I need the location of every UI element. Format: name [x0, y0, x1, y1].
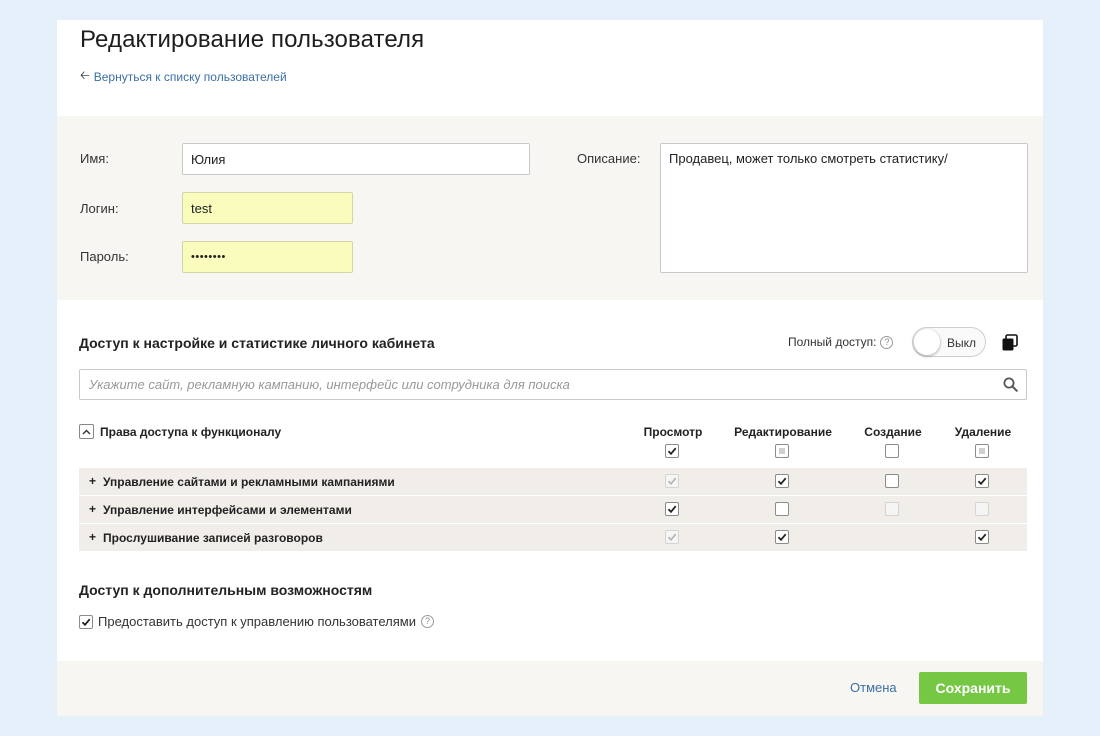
form-footer: Отмена Сохранить: [57, 661, 1043, 716]
user-mgmt-label: Предоставить доступ к управлению пользов…: [98, 614, 416, 629]
edit-all-checkbox[interactable]: [775, 444, 789, 458]
password-label: Пароль:: [80, 249, 129, 264]
collapse-icon[interactable]: [79, 424, 94, 439]
copy-icon[interactable]: [1001, 334, 1019, 352]
extra-section-title: Доступ к дополнительным возможностям: [79, 582, 373, 598]
row3-edit-checkbox[interactable]: [775, 530, 789, 544]
create-all-checkbox[interactable]: [885, 444, 899, 458]
name-label: Имя:: [80, 151, 109, 166]
name-input[interactable]: Юлия: [182, 143, 530, 175]
back-link[interactable]: 🡠 Вернуться к списку пользователей: [80, 66, 287, 87]
full-access-label: Полный доступ:: [788, 335, 877, 349]
delete-all-checkbox[interactable]: [975, 444, 989, 458]
row1-delete-checkbox[interactable]: [975, 474, 989, 488]
col-header-view: Просмотр: [643, 425, 703, 439]
row1-create-checkbox[interactable]: [885, 474, 899, 488]
login-label: Логин:: [80, 201, 119, 216]
description-textarea[interactable]: Продавец, может только смотреть статисти…: [660, 143, 1028, 273]
access-search-input[interactable]: Укажите сайт, рекламную кампанию, интерф…: [79, 369, 1027, 400]
row2-edit-checkbox[interactable]: [775, 502, 789, 516]
row-label: Управление интерфейсами и элементами: [103, 503, 352, 517]
full-access-label-group: Полный доступ: ?: [788, 335, 894, 349]
row2-view-checkbox[interactable]: [665, 502, 679, 516]
description-label: Описание:: [577, 151, 641, 166]
toggle-knob: [914, 329, 940, 355]
row3-delete-checkbox[interactable]: [975, 530, 989, 544]
view-all-checkbox[interactable]: [665, 444, 679, 458]
row2-create-checkbox: [885, 502, 899, 516]
access-section-title: Доступ к настройке и статистике личного …: [79, 335, 435, 351]
back-link-label: Вернуться к списку пользователей: [93, 69, 287, 84]
row-label: Прослушивание записей разговоров: [103, 531, 323, 545]
plus-icon[interactable]: +: [89, 530, 96, 544]
col-header-edit: Редактирование: [734, 425, 832, 439]
toggle-text: Выкл: [947, 336, 977, 350]
arrow-left-icon: 🡠: [80, 68, 90, 82]
row2-delete-checkbox: [975, 502, 989, 516]
row1-edit-checkbox[interactable]: [775, 474, 789, 488]
row1-view-checkbox: [665, 474, 679, 488]
search-icon[interactable]: [1003, 377, 1018, 392]
user-mgmt-checkbox[interactable]: [79, 614, 93, 629]
permissions-header: Права доступа к функционалу: [79, 424, 281, 439]
question-icon[interactable]: ?: [421, 615, 434, 628]
cancel-button[interactable]: Отмена: [850, 680, 897, 695]
save-button[interactable]: Сохранить: [919, 672, 1027, 704]
row-label: Управление сайтами и рекламными кампания…: [103, 475, 395, 489]
question-icon[interactable]: ?: [880, 335, 894, 349]
table-row: + Прослушивание записей разговоров: [79, 523, 1027, 551]
plus-icon[interactable]: +: [89, 502, 96, 516]
page-title: Редактирование пользователя: [80, 26, 425, 53]
col-header-delete: Удаление: [954, 425, 1012, 439]
login-input[interactable]: test: [182, 192, 353, 224]
user-edit-card: Редактирование пользователя 🡠 Вернуться …: [57, 20, 1043, 716]
user-mgmt-option[interactable]: Предоставить доступ к управлению пользов…: [79, 614, 434, 629]
col-header-create: Создание: [864, 425, 922, 439]
password-input[interactable]: ••••••••: [182, 241, 353, 273]
row3-view-checkbox: [665, 530, 679, 544]
plus-icon[interactable]: +: [89, 474, 96, 488]
permissions-header-label: Права доступа к функционалу: [100, 424, 282, 439]
full-access-toggle[interactable]: Выкл: [912, 327, 986, 357]
user-form-panel: Имя: Юлия Логин: test Пароль: •••••••• О…: [57, 116, 1043, 300]
